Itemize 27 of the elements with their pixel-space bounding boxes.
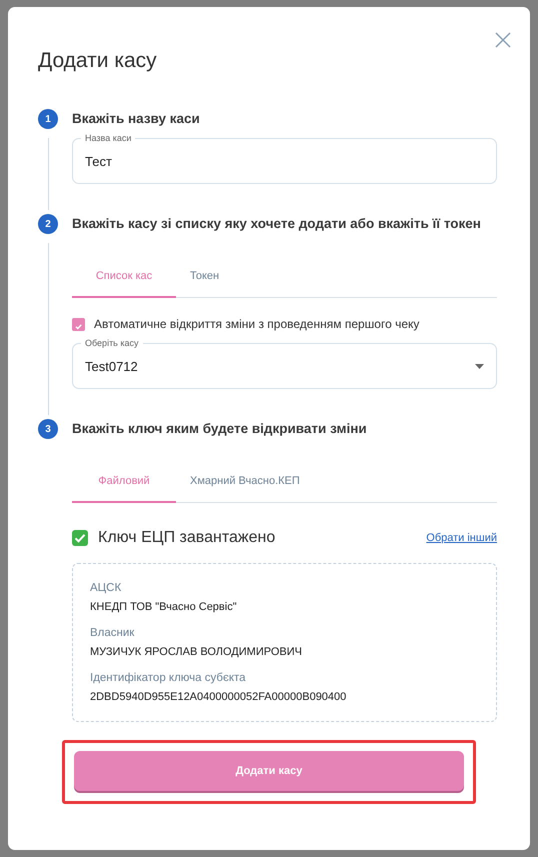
detail-label: АЦСК — [90, 582, 122, 594]
tab[interactable]: Список кас — [72, 260, 176, 298]
step-number: 3 — [38, 419, 58, 439]
checkbox[interactable] — [72, 318, 85, 330]
field-label: Оберіть касу — [81, 337, 143, 349]
field-label: Назва каси — [81, 132, 136, 144]
step-number: 2 — [38, 214, 58, 234]
step-title: Вкажіть касу зі списку яку хочете додати або вкажіть її токен — [72, 215, 482, 233]
close-icon[interactable] — [495, 32, 511, 48]
tab[interactable]: Хмарний Вчасно.КЕП — [176, 465, 314, 503]
dialog-title: Додати касу — [38, 48, 158, 74]
status-text: Ключ ЕЦП завантажено — [98, 529, 276, 547]
detail-label: Ідентифікатор ключа субєкта — [90, 672, 247, 684]
choose-other-link[interactable]: Обрати інший — [426, 532, 497, 544]
detail-value: КНЕДП ТОВ "Вчасно Сервіс" — [90, 601, 238, 613]
detail-value: 2DBD5940D955E12A0400000052FA00000B090400 — [90, 691, 348, 703]
check-icon — [72, 530, 88, 546]
tab[interactable]: Файловий — [72, 465, 176, 503]
checkbox-label: Автоматичне відкриття зміни з проведенням першого чеку — [94, 317, 420, 331]
step-number: 1 — [38, 109, 58, 129]
tab[interactable]: Токен — [176, 260, 234, 298]
caret-icon — [475, 364, 484, 369]
step-title: Вкажіть ключ яким будете відкривати зміни — [72, 420, 368, 438]
detail-value: МУЗИЧУК ЯРОСЛАВ ВОЛОДИМИРОВИЧ — [90, 646, 303, 658]
detail-label: Власник — [90, 627, 136, 639]
step-title: Вкажіть назву каси — [72, 110, 201, 128]
add-register-button[interactable]: Додати касу — [74, 751, 464, 791]
